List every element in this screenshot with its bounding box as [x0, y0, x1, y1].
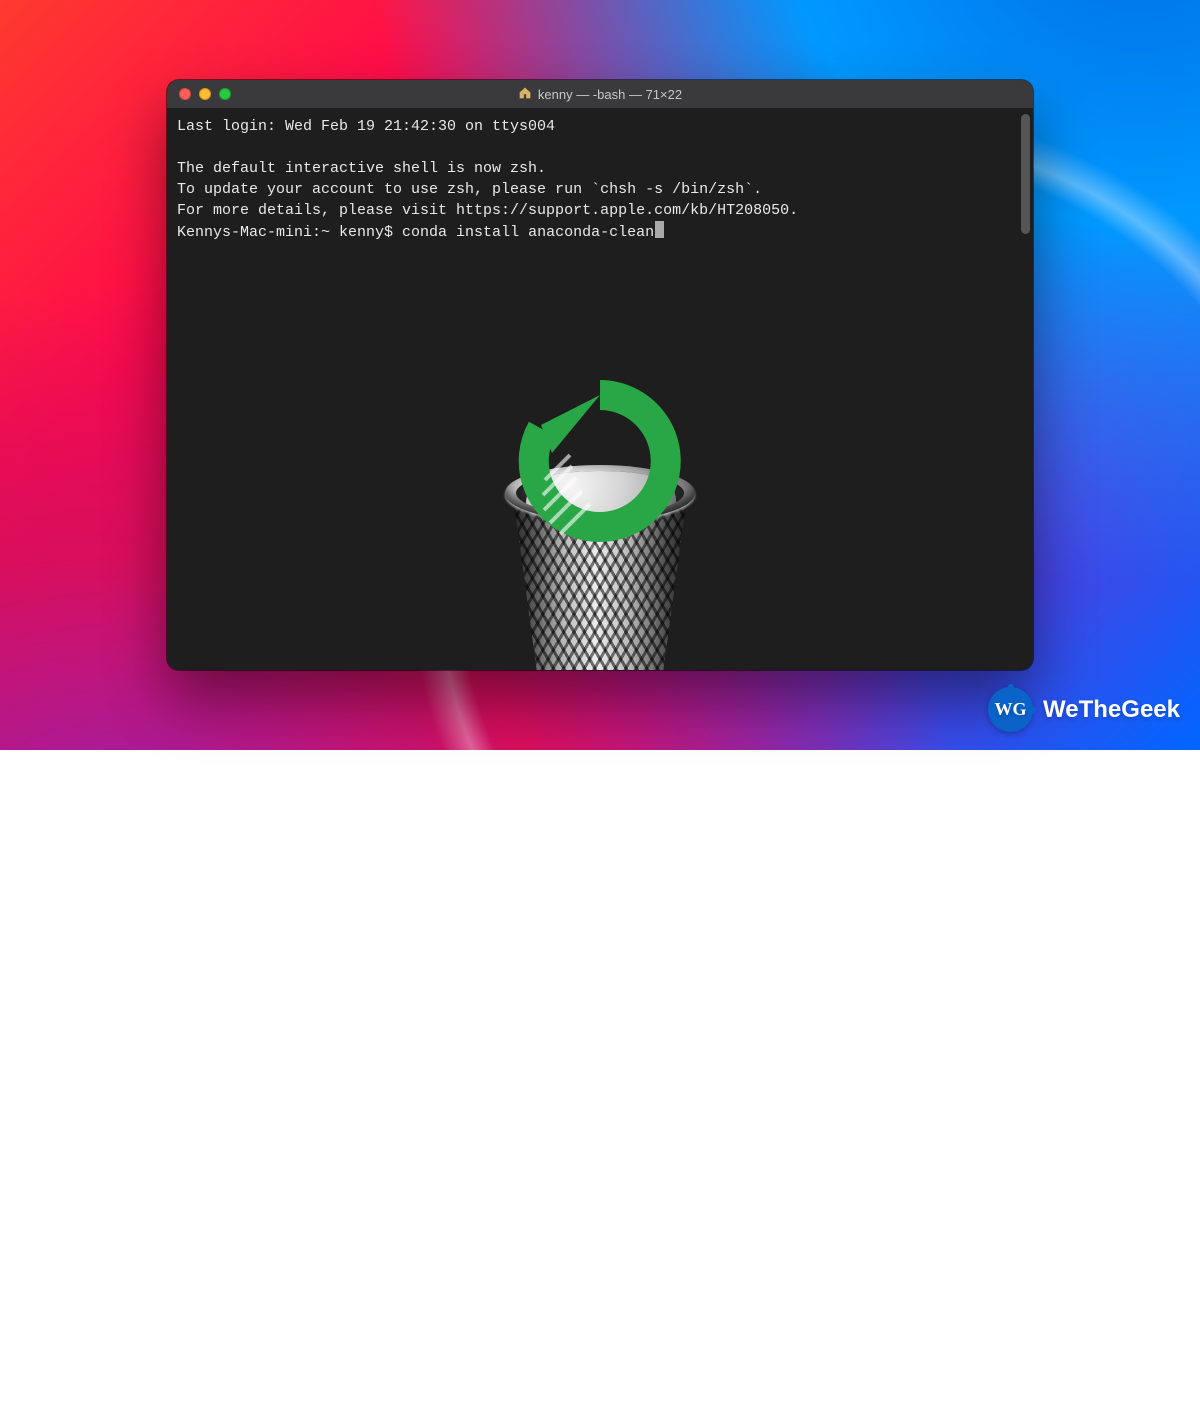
terminal-line: To update your account to use zsh, pleas… [177, 181, 762, 198]
scrollbar-thumb[interactable] [1021, 114, 1030, 234]
terminal-window[interactable]: kenny — -bash — 71×22 Last login: Wed Fe… [167, 80, 1033, 670]
terminal-line: Last login: Wed Feb 19 21:42:30 on ttys0… [177, 118, 555, 135]
terminal-line: For more details, please visit https://s… [177, 202, 798, 219]
terminal-line: The default interactive shell is now zsh… [177, 160, 546, 177]
terminal-prompt: Kennys-Mac-mini:~ kenny$ [177, 224, 402, 241]
zoom-button[interactable] [219, 88, 231, 100]
terminal-command: conda install anaconda-clean [402, 224, 654, 241]
terminal-body[interactable]: Last login: Wed Feb 19 21:42:30 on ttys0… [167, 108, 1033, 670]
terminal-cursor [655, 221, 664, 238]
window-title: kenny — -bash — 71×22 [167, 86, 1033, 103]
traffic-lights [167, 88, 231, 100]
minimize-button[interactable] [199, 88, 211, 100]
window-title-text: kenny — -bash — 71×22 [538, 87, 682, 102]
window-titlebar[interactable]: kenny — -bash — 71×22 [167, 80, 1033, 108]
close-button[interactable] [179, 88, 191, 100]
home-icon [518, 86, 532, 103]
